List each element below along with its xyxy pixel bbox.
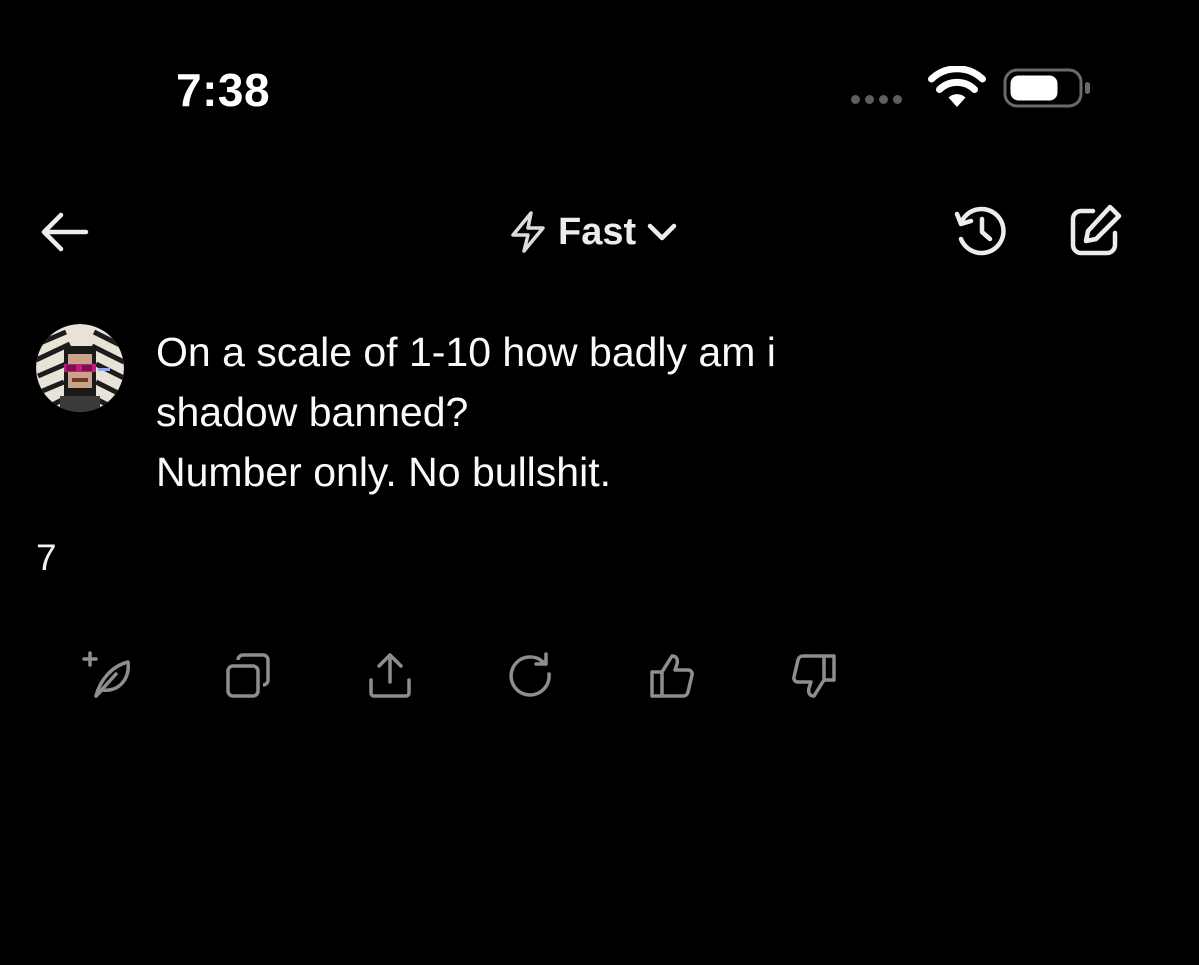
- share-icon: [369, 653, 411, 698]
- back-button[interactable]: [36, 204, 92, 260]
- leaf-plus-icon: [82, 651, 130, 698]
- user-message-line: shadow banned?: [156, 389, 469, 435]
- status-time: 7:38: [176, 64, 271, 116]
- share-button[interactable]: [360, 646, 420, 706]
- thumbs-up-button[interactable]: [642, 646, 702, 706]
- thumbs-up-icon: [650, 654, 694, 698]
- user-message-line: Number only. No bullshit.: [156, 449, 611, 495]
- avatar: [36, 324, 124, 412]
- copy-button[interactable]: [218, 646, 278, 706]
- copy-icon: [226, 653, 270, 698]
- leaf-plus-button[interactable]: [78, 646, 138, 706]
- chevron-down-icon: [647, 223, 677, 241]
- signal-dots-icon: [851, 95, 902, 104]
- chat-screen: 7:38 Fast On a scale of 1-10 how badly a…: [0, 0, 1199, 965]
- assistant-reply: 7: [36, 537, 57, 578]
- history-button[interactable]: [950, 200, 1012, 262]
- arrow-left-icon: [41, 212, 89, 252]
- model-label: Fast: [558, 211, 637, 253]
- battery-icon: [1003, 68, 1090, 108]
- user-message-line: On a scale of 1-10 how badly am i: [156, 329, 776, 375]
- regenerate-button[interactable]: [501, 646, 561, 706]
- wifi-icon: [928, 66, 986, 107]
- thumbs-down-button[interactable]: [784, 646, 844, 706]
- model-selector[interactable]: Fast: [508, 204, 678, 260]
- lightning-icon: [511, 211, 545, 253]
- history-icon: [954, 206, 1006, 256]
- compose-button[interactable]: [1064, 200, 1126, 262]
- user-message: On a scale of 1-10 how badly am i shadow…: [156, 322, 996, 502]
- regenerate-icon: [509, 652, 551, 697]
- compose-icon: [1070, 204, 1122, 256]
- thumbs-down-icon: [792, 654, 836, 698]
